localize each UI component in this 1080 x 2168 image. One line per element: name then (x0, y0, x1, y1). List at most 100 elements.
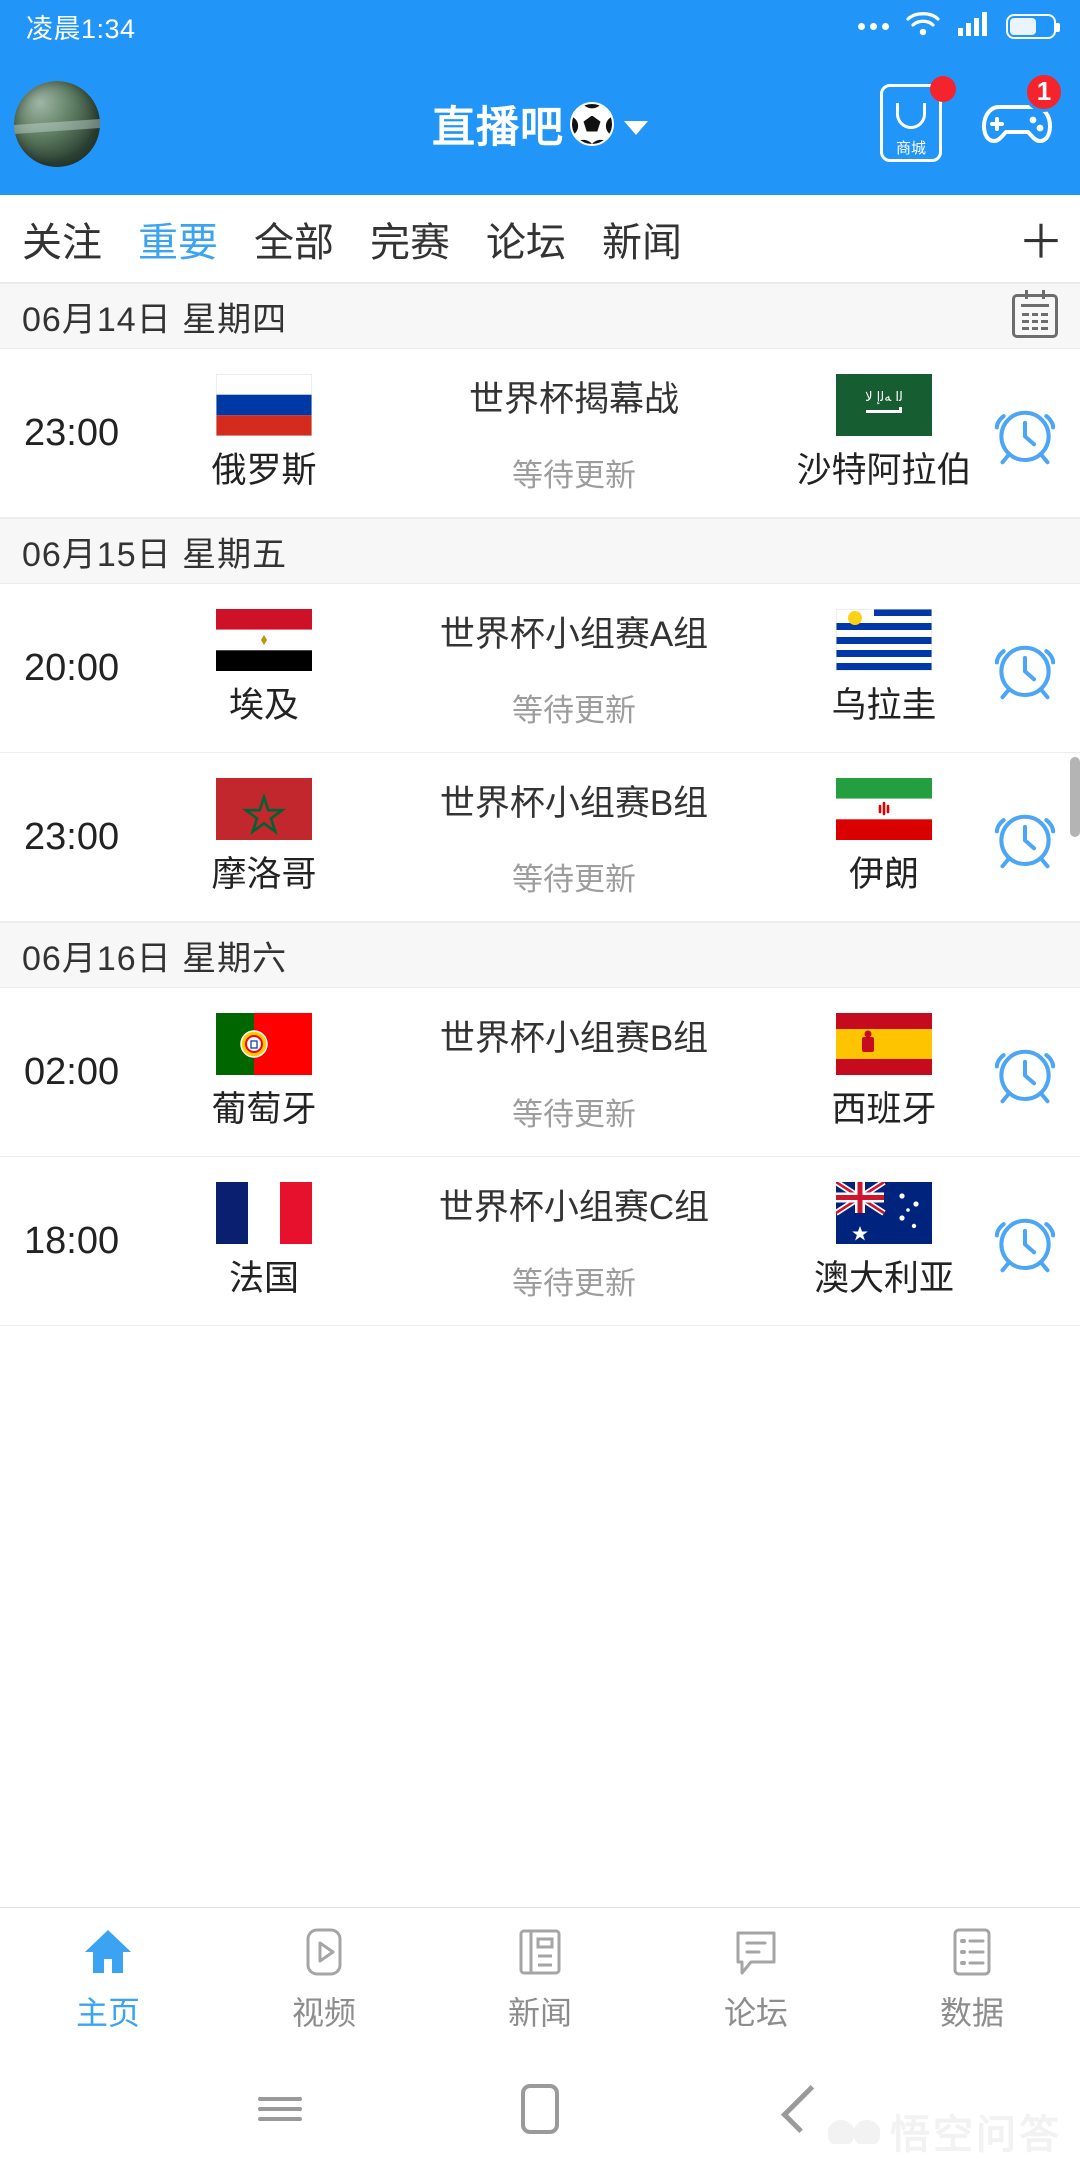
alarm-clock-icon[interactable] (984, 1205, 1066, 1277)
portugal-flag (216, 1013, 312, 1076)
back-chevron-icon[interactable] (765, 2074, 835, 2144)
russia-flag (216, 374, 312, 437)
home-team-name: 埃及 (228, 686, 299, 726)
away-team-name: 西班牙 (831, 1090, 937, 1130)
match-info: 世界杯揭幕战 等待更新 (364, 371, 784, 495)
competition-label: 世界杯小组赛A组 (439, 615, 709, 654)
nav-label-home: 主页 (75, 1995, 140, 2031)
home-square-icon[interactable] (505, 2074, 575, 2144)
tab-wansai[interactable]: 完赛 (352, 210, 468, 268)
match-time: 23:00 (24, 411, 120, 454)
away-team: 乌拉圭 (784, 609, 984, 726)
away-team-name: 沙特阿拉伯 (796, 451, 972, 491)
home-team: 俄罗斯 (164, 374, 364, 491)
nav-item-home[interactable]: 主页 (0, 1924, 216, 2034)
competition-label: 世界杯小组赛B组 (439, 1019, 709, 1058)
saudi-arabia-flag: ﻟﺍ ﻪﻟﺇ ﻻ (836, 374, 932, 437)
status-bar-time: 凌晨1:34 (26, 13, 136, 44)
add-tab-button[interactable]: ＋ (1002, 195, 1080, 282)
signal-icon (957, 11, 989, 42)
mall-label: 商城 (895, 139, 926, 157)
status-badge: 等待更新 (512, 693, 636, 728)
match-time: 18:00 (24, 1219, 120, 1262)
date-label: 06月15日 星期五 (22, 535, 288, 574)
away-team: ﻟﺍ ﻪﻟﺇ ﻻ 沙特阿拉伯 (784, 374, 984, 491)
cloud-logo-icon (828, 2118, 880, 2144)
table-row[interactable]: 20:00 埃及 世界杯小组赛A组 等待更新 乌拉圭 (0, 584, 1080, 753)
watermark-text: 悟空问答 (890, 2113, 1062, 2157)
away-team: 澳大利亚 (784, 1182, 984, 1299)
alarm-clock-icon[interactable] (984, 801, 1066, 873)
red-dot-badge (930, 75, 956, 102)
tab-quanbu[interactable]: 全部 (236, 210, 352, 268)
avatar[interactable] (14, 80, 100, 167)
menu-icon[interactable] (245, 2074, 315, 2144)
morocco-flag (216, 778, 312, 841)
date-header: 06月16日 星期六 (0, 922, 1080, 988)
iran-flag (836, 778, 932, 841)
match-info: 世界杯小组赛A组 等待更新 (364, 606, 784, 730)
wifi-icon (906, 11, 940, 42)
nav-item-forum[interactable]: 论坛 (648, 1924, 864, 2034)
home-team-name: 摩洛哥 (211, 855, 317, 895)
scrollbar-thumb[interactable] (1070, 757, 1080, 837)
status-bar: 凌晨1:34 (0, 0, 1080, 52)
away-team-name: 伊朗 (848, 855, 919, 895)
table-row[interactable]: 18:00 法国 世界杯小组赛C组 等待更新 澳大利亚 (0, 1157, 1080, 1326)
app-header: 直播吧 商城 1 (0, 52, 1080, 195)
nav-label-data: 数据 (939, 1995, 1004, 2031)
status-badge: 等待更新 (512, 458, 636, 493)
nav-item-news[interactable]: 新闻 (432, 1924, 648, 2034)
alarm-clock-icon[interactable] (984, 632, 1066, 704)
smile-shape (896, 102, 926, 129)
table-row[interactable]: 23:00 摩洛哥 世界杯小组赛B组 等待更新 伊朗 (0, 753, 1080, 922)
tab-xinwen[interactable]: 新闻 (584, 210, 700, 268)
home-team-name: 葡萄牙 (211, 1090, 317, 1130)
match-info: 世界杯小组赛C组 等待更新 (364, 1179, 784, 1303)
date-label: 06月16日 星期六 (22, 939, 288, 978)
nav-item-data[interactable]: 数据 (864, 1924, 1080, 2034)
home-team: 摩洛哥 (164, 778, 364, 895)
competition-label: 世界杯小组赛C组 (438, 1188, 710, 1227)
home-team: 法国 (164, 1182, 364, 1299)
tab-bar: 关注 重要 全部 完赛 论坛 新闻 ＋ (0, 195, 1080, 283)
chat-bubble-icon (728, 1924, 784, 1980)
match-time: 20:00 (24, 646, 120, 689)
tab-guanzhu[interactable]: 关注 (0, 210, 120, 268)
status-bar-icons (858, 11, 1060, 42)
game-button[interactable]: 1 (976, 71, 1064, 168)
match-time: 02:00 (24, 1050, 120, 1093)
status-badge: 等待更新 (512, 1097, 636, 1132)
table-row[interactable]: 02:00 葡萄牙 世界杯小组赛B组 等待更新 西班牙 (0, 988, 1080, 1157)
list-data-icon (944, 1924, 1000, 1980)
date-header: 06月15日 星期五 (0, 518, 1080, 584)
tab-luntan[interactable]: 论坛 (468, 210, 584, 268)
status-badge: 等待更新 (512, 862, 636, 897)
egypt-flag (216, 609, 312, 672)
watermark: 悟空问答 (828, 2102, 1062, 2160)
australia-flag (836, 1182, 932, 1245)
soccer-ball-icon (570, 101, 614, 146)
match-info: 世界杯小组赛B组 等待更新 (364, 1010, 784, 1134)
table-row[interactable]: 23:00 俄罗斯 世界杯揭幕战 等待更新 ﻟﺍ ﻪﻟﺇ ﻻ 沙特阿拉伯 (0, 349, 1080, 518)
chevron-down-icon[interactable] (624, 120, 648, 135)
nav-label-video: 视频 (291, 1995, 356, 2031)
alarm-clock-icon[interactable] (984, 1036, 1066, 1108)
match-list[interactable]: 06月14日 星期四 23:00 俄罗斯 世界杯揭幕战 等待更新 ﻟﺍ ﻪﻟﺇ … (0, 283, 1080, 1907)
bottom-nav: 主页 视频 新闻 论坛 数据 (0, 1907, 1080, 2050)
svg-text:ﻟﺍ ﻪﻟﺇ ﻻ: ﻟﺍ ﻪﻟﺇ ﻻ (865, 390, 903, 405)
alarm-clock-icon[interactable] (984, 397, 1066, 469)
away-team-name: 澳大利亚 (813, 1259, 954, 1299)
mall-button[interactable]: 商城 (872, 75, 956, 168)
battery-icon (1006, 13, 1060, 39)
nav-item-video[interactable]: 视频 (216, 1924, 432, 2034)
competition-label: 世界杯揭幕战 (468, 380, 679, 419)
play-video-icon (296, 1924, 352, 1980)
match-info: 世界杯小组赛B组 等待更新 (364, 775, 784, 899)
away-team: 西班牙 (784, 1013, 984, 1130)
newspaper-icon (512, 1924, 568, 1980)
tab-zhongyao[interactable]: 重要 (120, 210, 236, 268)
calendar-icon[interactable] (1012, 290, 1058, 338)
away-team: 伊朗 (784, 778, 984, 895)
status-badge: 等待更新 (512, 1266, 636, 1301)
